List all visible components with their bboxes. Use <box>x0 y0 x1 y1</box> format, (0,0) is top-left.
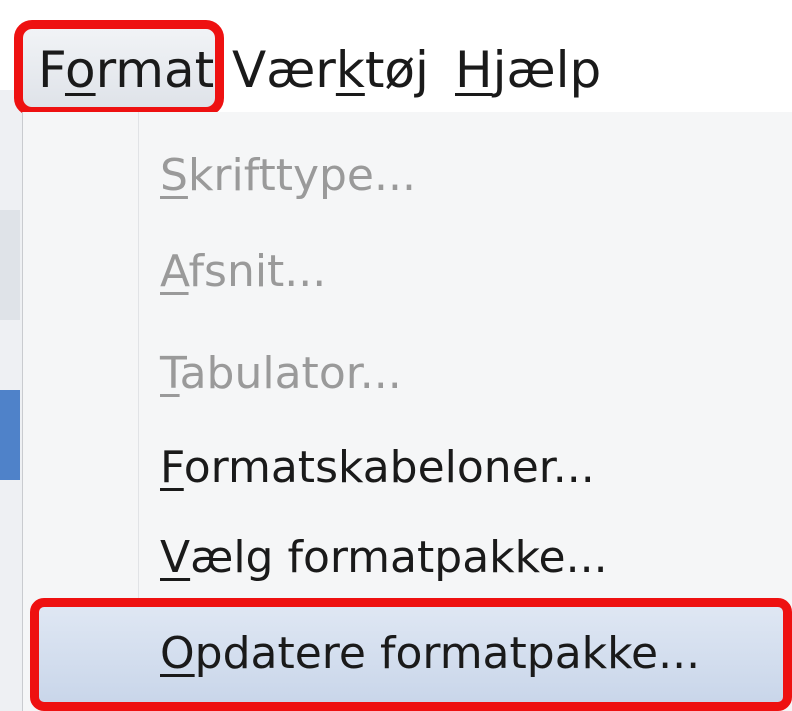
menu-item-formatskabeloner-accesskey: F <box>160 442 184 493</box>
menu-item-skrifttype-label: krifttype... <box>187 150 416 201</box>
menu-item-opdatere-formatpakke-accesskey: O <box>160 628 195 679</box>
menu-vaerktoej-label-pre: Vær <box>232 41 336 99</box>
menu-item-formatskabeloner-label: ormatskabeloner... <box>183 442 595 493</box>
menu-vaerktoej[interactable]: Værktøj <box>232 40 429 100</box>
menu-item-skrifttype-accesskey: S <box>160 150 188 201</box>
screenshot-stage: Format Værktøj Hjælp Skrifttype... Afsni… <box>0 0 792 711</box>
menu-item-opdatere-formatpakke[interactable]: Opdatere formatpakke... <box>160 626 700 682</box>
menu-item-vaelg-formatpakke[interactable]: Vælg formatpakke... <box>160 530 608 586</box>
menu-item-opdatere-formatpakke-label: pdatere formatpakke... <box>194 628 701 679</box>
menu-hjaelp-accesskey: H <box>455 41 493 99</box>
background-selection <box>0 390 20 480</box>
menu-item-vaelg-formatpakke-label: ælg formatpakke... <box>190 532 608 583</box>
menu-format-label-pre: F <box>38 41 65 99</box>
menu-item-formatskabeloner[interactable]: Formatskabeloner... <box>160 440 595 496</box>
menu-item-tabulator-label: abulator... <box>179 348 402 399</box>
menu-vaerktoej-label-post: tøj <box>364 41 429 99</box>
menu-item-tabulator[interactable]: Tabulator... <box>160 346 402 402</box>
menu-item-tabulator-accesskey: T <box>160 348 180 399</box>
menu-item-afsnit[interactable]: Afsnit... <box>160 244 326 300</box>
menu-item-afsnit-accesskey: A <box>160 246 189 297</box>
menu-format[interactable]: Format <box>38 40 214 100</box>
menu-format-label-post: rmat <box>95 41 215 99</box>
menu-item-afsnit-label: fsnit... <box>188 246 327 297</box>
menu-hjaelp[interactable]: Hjælp <box>455 40 601 100</box>
menu-vaerktoej-accesskey: k <box>335 41 365 99</box>
menu-bar: Format Værktøj Hjælp <box>0 0 792 130</box>
menu-item-vaelg-formatpakke-accesskey: V <box>160 532 191 583</box>
menu-format-accesskey: o <box>64 41 96 99</box>
menu-hjaelp-label-post: jælp <box>492 41 602 99</box>
menu-item-skrifttype[interactable]: Skrifttype... <box>160 148 416 204</box>
background-panel <box>0 210 20 320</box>
